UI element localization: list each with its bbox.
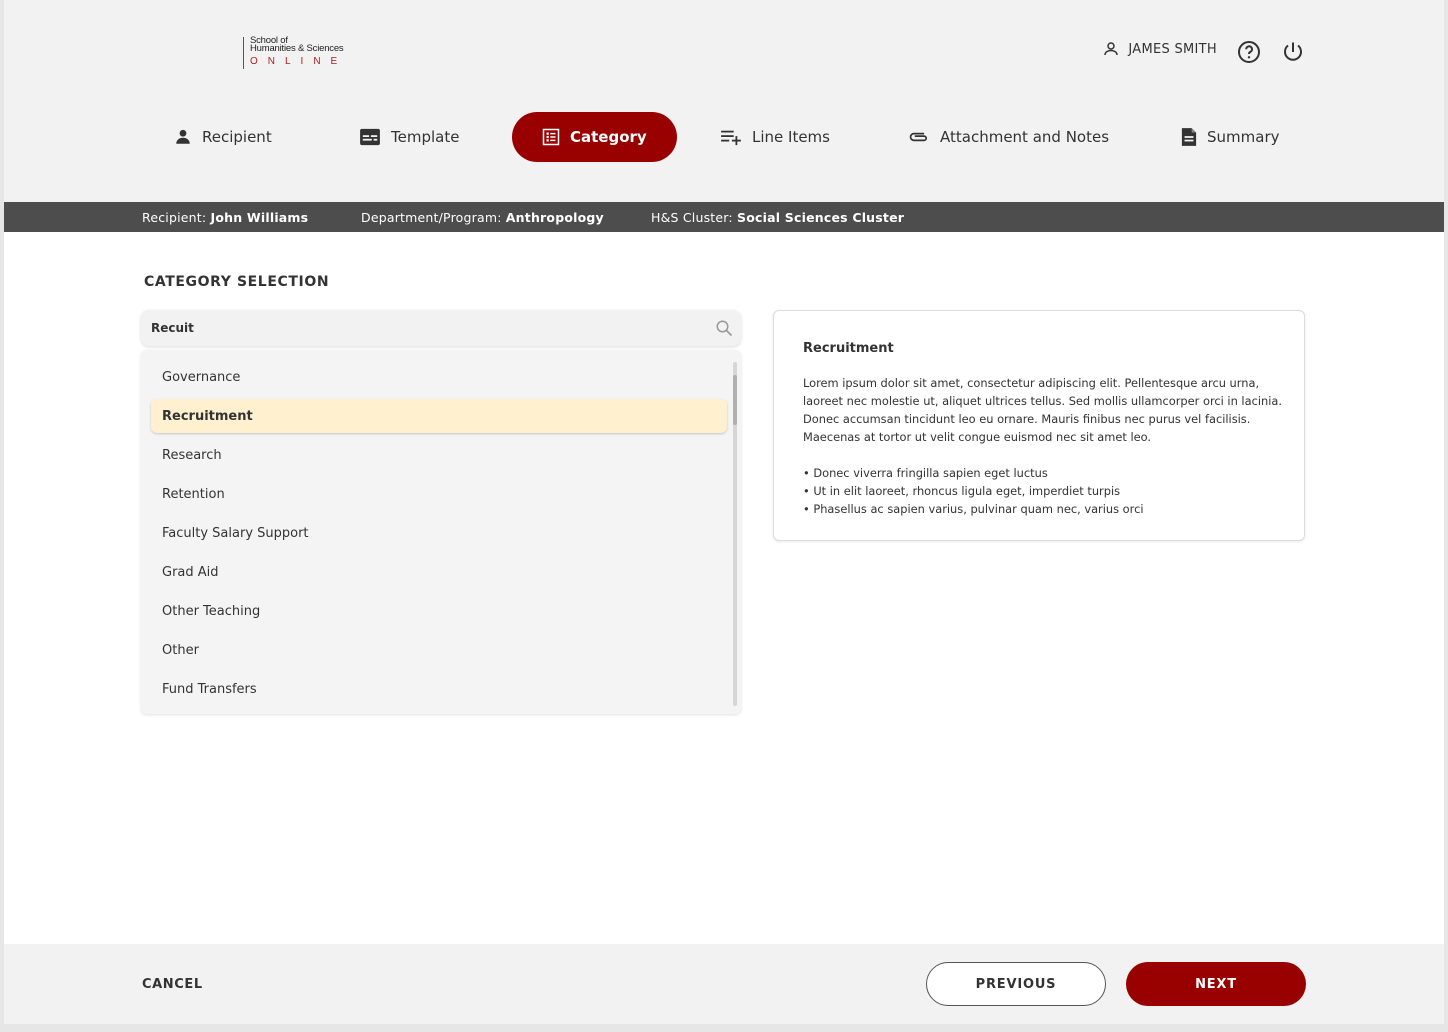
cluster-info-value: Social Sciences Cluster [737, 210, 905, 225]
category-item-retention[interactable]: Retention [151, 477, 727, 511]
description-bullets: • Donec viverra fringilla sapien eget lu… [803, 464, 1144, 518]
category-item-governance[interactable]: Governance [151, 360, 727, 394]
logo-line-2: Humanities & Sciences [250, 43, 344, 54]
app-frame: School of Humanities & Sciences ONLINE J… [4, 0, 1444, 1024]
description-body: Lorem ipsum dolor sit amet, consectetur … [803, 376, 1282, 444]
search-input[interactable] [151, 319, 691, 337]
description-title: Recruitment [803, 341, 894, 356]
category-list: Governance Recruitment Research Retentio… [141, 350, 741, 714]
power-icon[interactable] [1281, 40, 1305, 64]
description-bullet: • Phasellus ac sapien varius, pulvinar q… [803, 502, 1144, 516]
tab-recipient[interactable]: Recipient [174, 112, 272, 162]
help-icon[interactable] [1237, 40, 1261, 64]
category-item-faculty-salary-support[interactable]: Faculty Salary Support [151, 516, 727, 550]
category-label: Retention [162, 486, 225, 502]
paperclip-icon [908, 130, 930, 144]
user-name: JAMES SMITH [1128, 41, 1217, 57]
category-description-card: Recruitment Lorem ipsum dolor sit amet, … [773, 310, 1305, 541]
school-logo[interactable]: School of Humanities & Sciences ONLINE [243, 36, 348, 69]
header: School of Humanities & Sciences ONLINE J… [4, 0, 1444, 202]
category-item-grad-aid[interactable]: Grad Aid [151, 555, 727, 589]
category-label: Fund Transfers [162, 681, 257, 697]
scrollbar-thumb[interactable] [733, 375, 737, 425]
recipient-info-label: Recipient: [142, 210, 207, 225]
description-bullet: • Ut in elit laoreet, rhoncus ligula ege… [803, 484, 1121, 498]
tab-label: Summary [1207, 128, 1280, 146]
category-item-research[interactable]: Research [151, 438, 727, 472]
description-bullet: • Donec viverra fringilla sapien eget lu… [803, 466, 1048, 480]
tab-line-items[interactable]: Line Items [720, 112, 830, 162]
category-item-recruitment[interactable]: Recruitment [151, 399, 727, 433]
tab-attachment-and-notes[interactable]: Attachment and Notes [908, 112, 1109, 162]
next-button[interactable]: NEXT [1126, 962, 1306, 1006]
category-label: Grad Aid [162, 564, 219, 580]
category-item-other[interactable]: Other [151, 633, 727, 667]
playlist-add-icon [720, 128, 742, 146]
category-label: Other [162, 642, 199, 658]
search-icon[interactable] [715, 319, 733, 341]
category-label: Faculty Salary Support [162, 525, 309, 541]
department-info: Department/Program: Anthropology [361, 210, 604, 225]
cluster-info: H&S Cluster: Social Sciences Cluster [651, 210, 904, 225]
category-label: Recruitment [162, 408, 253, 424]
previous-button[interactable]: PREVIOUS [926, 962, 1106, 1006]
department-info-value: Anthropology [505, 210, 604, 225]
category-label: Governance [162, 369, 241, 385]
user-menu[interactable]: JAMES SMITH [1102, 40, 1217, 58]
tab-summary[interactable]: Summary [1181, 112, 1280, 162]
recipient-info-value: John Williams [210, 210, 309, 225]
category-item-other-teaching[interactable]: Other Teaching [151, 594, 727, 628]
category-list-icon [542, 128, 560, 146]
cluster-info-label: H&S Cluster: [651, 210, 733, 225]
user-icon [1102, 40, 1120, 58]
category-item-fund-transfers[interactable]: Fund Transfers [151, 672, 727, 706]
tab-label: Template [391, 128, 460, 146]
template-icon [359, 128, 381, 146]
tab-label: Category [570, 128, 647, 146]
category-search [141, 310, 741, 346]
document-icon [1181, 127, 1197, 147]
tab-label: Attachment and Notes [940, 128, 1110, 146]
wizard-steps: Recipient Template Category Line Items A… [4, 112, 1444, 162]
category-label: Research [162, 447, 222, 463]
logo-line-3: ONLINE [250, 56, 348, 67]
department-info-label: Department/Program: [361, 210, 502, 225]
cancel-button[interactable]: CANCEL [142, 977, 203, 992]
footer: CANCEL PREVIOUS NEXT [4, 944, 1444, 1024]
tab-label: Recipient [202, 128, 272, 146]
person-icon [174, 128, 192, 146]
recipient-info: Recipient: John Williams [142, 210, 308, 225]
category-label: Other Teaching [162, 603, 261, 619]
context-info-bar: Recipient: John Williams Department/Prog… [4, 202, 1444, 232]
tab-label: Line Items [752, 128, 830, 146]
section-title: CATEGORY SELECTION [144, 274, 330, 290]
tab-category[interactable]: Category [512, 112, 677, 162]
tab-template[interactable]: Template [359, 112, 459, 162]
